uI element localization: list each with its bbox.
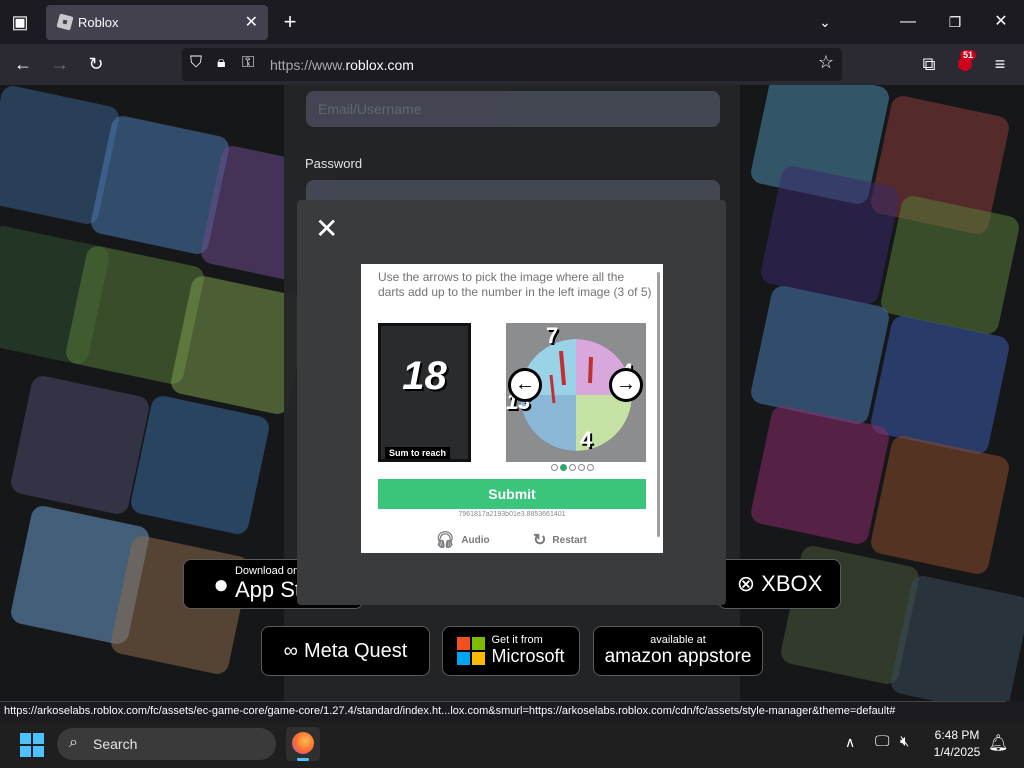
forward-icon[interactable]: → [45,49,75,79]
clock-time[interactable]: 6:48 PM [930,728,984,742]
xbox-icon: ⊗ [736,571,756,596]
restart-icon: ↻ [533,532,547,549]
captcha-scrollbar[interactable] [657,272,660,537]
session-id: 7961817a2193b01e3.8853661401 [458,511,566,518]
tab-overview-icon[interactable]: ▣ [5,7,35,37]
background-tile [758,163,902,307]
background-tile [868,313,1012,457]
active-indicator [297,758,309,761]
taskbar-search-label: Search [93,736,138,752]
tab-roblox[interactable]: Roblox ✕ [46,5,268,40]
url-bar[interactable]: ⛉ 🔒︎ ⚿ https://www.roblox.com ☆ [182,48,842,81]
background-tile [8,373,152,517]
taskbar-search[interactable]: ⌕ Search [57,728,276,760]
list-all-tabs-icon[interactable]: ⌄ [810,7,840,37]
next-arrow-button[interactable]: → [609,368,643,402]
network-icon[interactable]: 🖵︎ [875,733,889,750]
lock-icon[interactable]: 🔒︎ [217,54,226,72]
clock-date[interactable]: 1/4/2025 [930,745,984,759]
tab-close-icon[interactable]: ✕ [245,12,258,32]
extension-badge: 51 [959,50,976,60]
modal-close-icon[interactable]: ✕ [315,215,341,244]
background-tile [868,433,1012,577]
firefox-taskbar-button[interactable] [286,727,320,761]
headphones-icon: 🎧︎ [435,532,456,549]
key-icon[interactable]: ⚿ [242,54,254,72]
audio-button[interactable]: 🎧︎ Audio [435,530,490,550]
restore-icon[interactable]: ❐ [940,7,970,37]
windows-start-icon[interactable] [20,733,44,757]
target-image: 18 Sum to reach [378,323,471,462]
progress-dot [587,464,594,471]
background-tile [878,193,1022,337]
target-number: 18 [402,354,447,398]
dart-number: 4 [580,427,593,452]
meta-icon: ∞ [283,639,298,662]
meta-quest-badge[interactable]: ∞ Meta Quest [261,626,430,676]
progress-dots [551,464,594,471]
username-field[interactable]: Email/Username [306,91,720,127]
shield-icon[interactable]: ⛉ [190,54,202,72]
window-close-icon[interactable]: ✕ [986,7,1016,37]
submit-button[interactable]: Submit [378,479,646,509]
search-icon: ⌕ [69,734,78,751]
extensions-icon[interactable]: ⧉ [914,49,944,79]
roblox-favicon-icon [56,13,74,31]
firefox-icon [292,732,314,754]
apple-icon: ● [213,568,229,599]
windows-taskbar: ⌕ Search ∧ 🖵︎ 🔇︎ 6:48 PM 1/4/2025 🔔︎ [0,721,1024,768]
restart-button[interactable]: ↻ Restart [533,530,587,550]
xbox-badge[interactable]: ⊗ XBOX [718,559,841,609]
target-caption: Sum to reach [385,447,451,459]
captcha-instructions: Use the arrows to pick the image where a… [378,270,652,299]
background-tile [888,573,1024,701]
progress-dot [578,464,585,471]
password-label: Password [305,156,363,171]
menu-icon[interactable]: ≡ [985,49,1015,79]
new-tab-button[interactable]: + [275,7,305,37]
verification-modal: ✕ Use the arrows to pick the image where… [297,200,726,605]
microsoft-badge[interactable]: Get it from Microsoft [442,626,580,676]
back-icon[interactable]: ← [8,49,38,79]
dart-number: 7 [546,323,559,348]
microsoft-logo-icon [457,637,486,665]
progress-dot [560,464,567,471]
progress-dot [551,464,558,471]
notification-bell-icon[interactable]: 🔔︎ [988,733,1008,753]
roblox-page: Email/Username Password ● Download on th… [0,85,1024,701]
status-link-url: https://arkoselabs.roblox.com/fc/assets/… [0,701,1006,721]
chevron-up-icon[interactable]: ∧ [845,734,855,751]
previous-arrow-button[interactable]: ← [508,368,542,402]
volume-muted-icon[interactable]: 🔇︎ [900,733,909,750]
captcha-frame: Use the arrows to pick the image where a… [361,264,663,553]
background-tile [128,393,272,537]
browser-tab-bar: ▣ Roblox ✕ + ⌄ — ❐ ✕ [0,0,1024,44]
browser-nav-bar: ← → ↻ ⛉ 🔒︎ ⚿ https://www.roblox.com ☆ ⧉ … [0,44,1024,85]
minimize-icon[interactable]: — [893,7,923,37]
background-tile [748,403,892,547]
background-tile [748,283,892,427]
url-text[interactable]: https://www.roblox.com [270,57,414,73]
tab-title: Roblox [78,15,119,30]
reload-icon[interactable]: ↻ [81,49,111,79]
progress-dot [569,464,576,471]
amazon-appstore-badge[interactable]: available at amazon appstore [593,626,763,676]
bookmark-star-icon[interactable]: ☆ [818,52,834,73]
